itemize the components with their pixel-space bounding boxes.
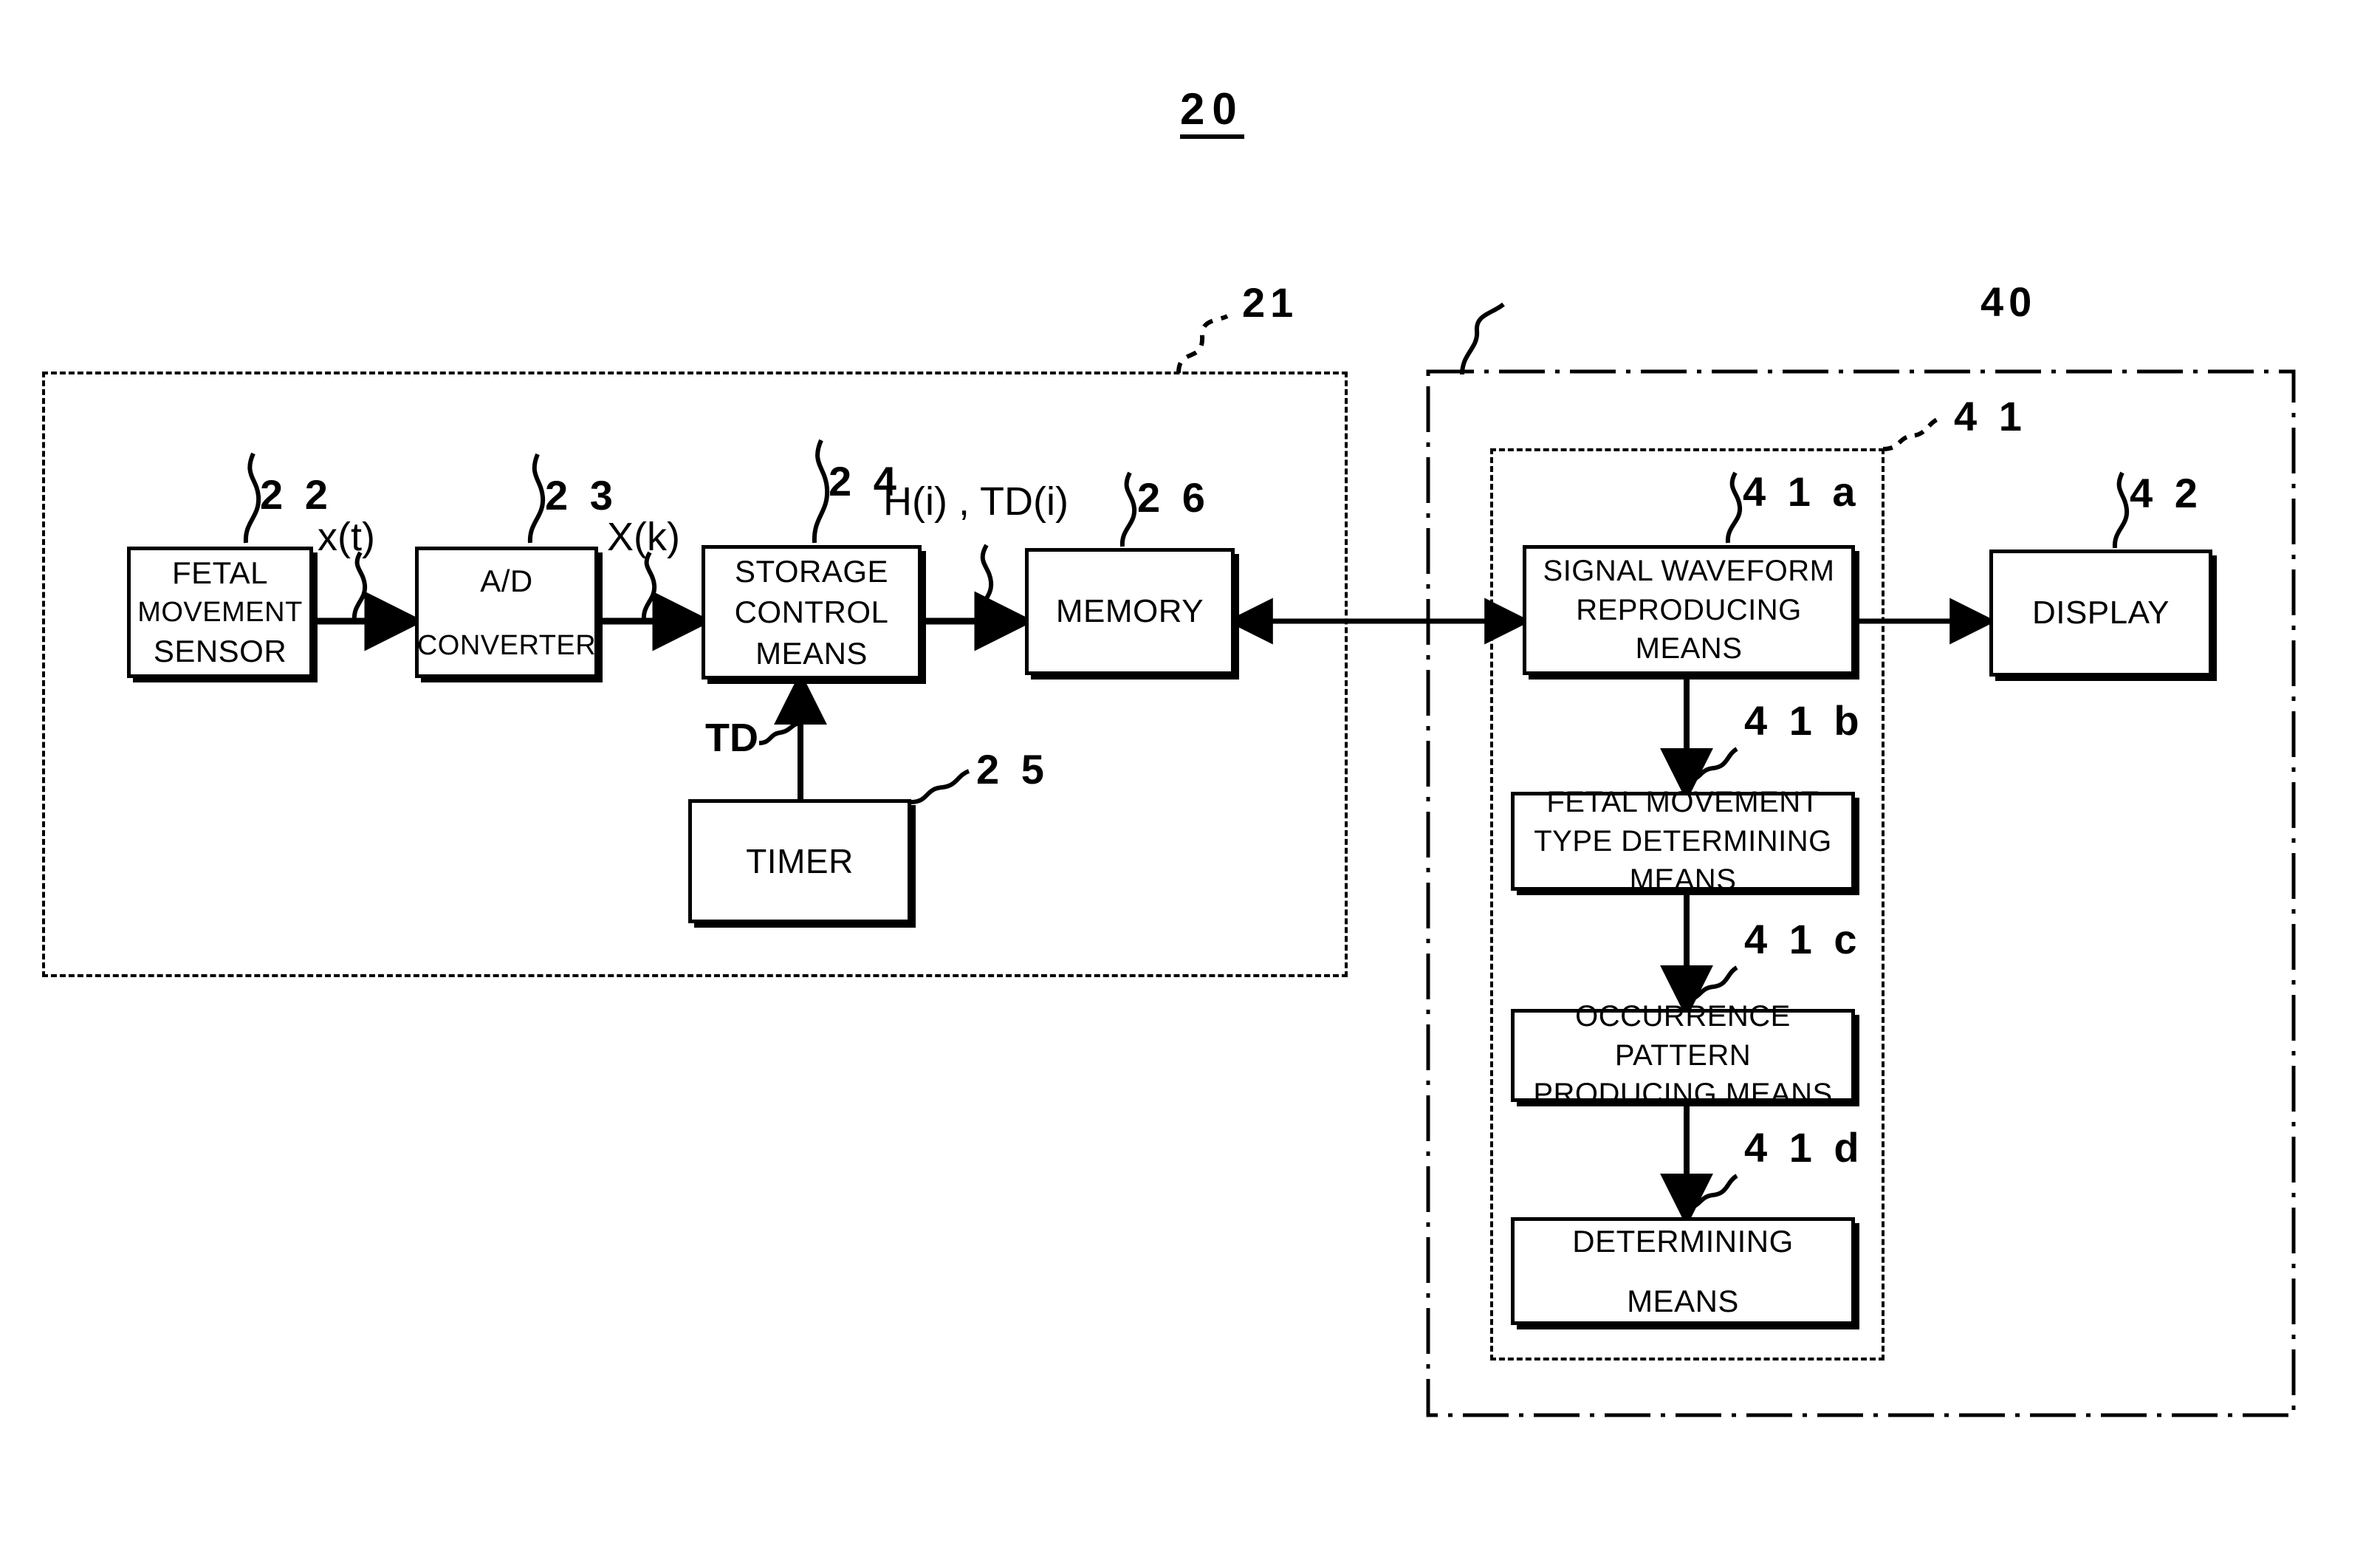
block-line: MOVEMENT — [137, 596, 303, 628]
block-line: STORAGE — [734, 553, 889, 589]
ref-label-26: 2 6 — [1137, 474, 1210, 521]
block-line: SENSOR — [153, 634, 287, 669]
ref-label-41c: 4 1 c — [1744, 916, 1862, 962]
ref-label-41d: 4 1 d — [1744, 1124, 1865, 1171]
signal-label-xt: x(t) — [318, 515, 375, 559]
block-line: PRODUCING MEANS — [1533, 1078, 1833, 1111]
block-line: SIGNAL WAVEFORM — [1543, 554, 1835, 587]
block-line: MEANS — [755, 635, 868, 671]
block-fetal-movement-sensor[interactable]: FETAL MOVEMENT SENSOR — [127, 547, 313, 678]
ref-label-25: 2 5 — [976, 746, 1049, 793]
block-ad-converter[interactable]: A/D CONVERTER — [415, 547, 598, 678]
signal-label-xk: X(k) — [607, 515, 680, 559]
block-line: MEANS — [1635, 632, 1743, 665]
ref-label-21: 21 — [1242, 279, 1299, 326]
block-line: FETAL MOVEMENT — [1546, 785, 1820, 818]
ref-label-41a: 4 1 a — [1743, 468, 1861, 515]
ref-label-22: 2 2 — [260, 471, 333, 518]
block-line: DETERMINING — [1572, 1223, 1794, 1259]
block-display[interactable]: DISPLAY — [1989, 550, 2212, 677]
block-line: MEANS — [1629, 863, 1737, 897]
block-line: CONVERTER — [416, 629, 597, 661]
block-occurrence-pattern-producing-means[interactable]: OCCURRENCE PATTERN PRODUCING MEANS — [1511, 1000, 1855, 1110]
ref-label-42: 4 2 — [2130, 470, 2203, 516]
block-line: OCCURRENCE — [1575, 999, 1791, 1033]
block-line: A/D — [480, 564, 533, 599]
block-line: MEMORY — [1055, 592, 1204, 629]
ref-label-40: 40 — [1981, 278, 2037, 325]
block-line: TYPE DETERMINING — [1534, 824, 1832, 858]
block-line: MEANS — [1627, 1284, 1739, 1318]
block-line: TIMER — [746, 841, 854, 880]
connector-arrows — [312, 591, 1997, 1227]
block-line: DISPLAY — [2031, 594, 2170, 631]
block-determining-means[interactable]: DETERMINING MEANS — [1511, 1217, 1855, 1325]
block-signal-waveform-reproducing-means[interactable]: SIGNAL WAVEFORM REPRODUCING MEANS — [1523, 545, 1855, 675]
signal-label-h-td: H(i) , TD(i) — [883, 479, 1069, 524]
signal-label-td: TD — [705, 716, 758, 760]
block-memory[interactable]: MEMORY — [1025, 548, 1235, 675]
block-storage-control-means[interactable]: STORAGE CONTROL MEANS — [702, 545, 922, 680]
block-fetal-movement-type-determining-means[interactable]: FETAL MOVEMENT TYPE DETERMINING MEANS — [1511, 786, 1855, 896]
block-timer[interactable]: TIMER — [688, 799, 911, 923]
block-line: REPRODUCING — [1576, 593, 1802, 626]
block-line: FETAL — [171, 555, 269, 591]
ref-label-41: 4 1 — [1954, 393, 2027, 439]
block-line: PATTERN — [1614, 1038, 1752, 1072]
ref-label-23: 2 3 — [545, 472, 618, 518]
block-line: CONTROL — [734, 595, 889, 630]
ref-label-41b: 4 1 b — [1744, 697, 1865, 744]
figure-canvas: 20 21 2 2 2 3 2 4 2 5 2 6 40 4 1 4 1 a 4… — [0, 0, 2380, 1554]
